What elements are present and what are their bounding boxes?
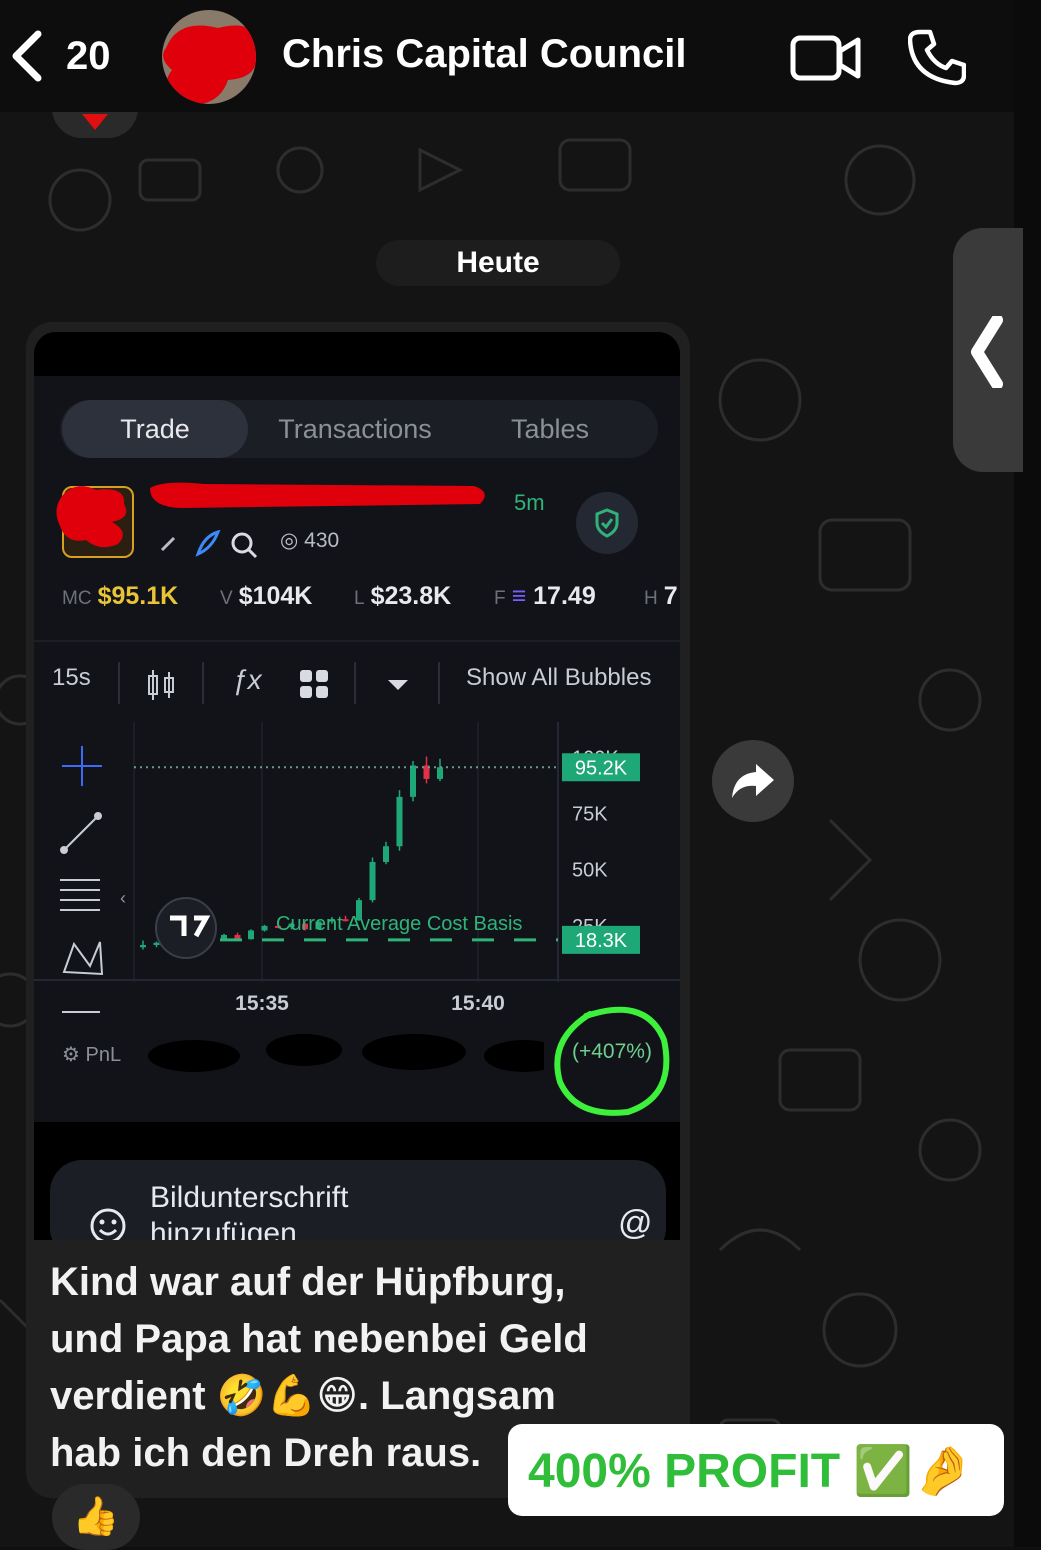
phone-icon[interactable] (908, 28, 966, 86)
candle-body (410, 765, 416, 797)
smiley-icon (90, 1208, 126, 1240)
caption-placeholder-line1: Bildunterschrift (150, 1181, 349, 1214)
view-count: ◎ 430 (280, 529, 340, 552)
candle-body (369, 861, 376, 901)
previous-message-reaction (52, 108, 138, 138)
date-chip: Heute (376, 240, 620, 286)
price-tag-label: 18.3K (575, 930, 628, 952)
pnl-label: ⚙ PnL (62, 1044, 122, 1066)
message-line: verdient 🤣💪😁. Langsam (50, 1374, 556, 1418)
collapse-chevron-icon: ‹ (120, 888, 126, 908)
message-line: und Papa hat nebenbei Geld (50, 1317, 588, 1361)
y-tick-label: 50K (572, 860, 608, 882)
solana-icon: ≡ (511, 582, 534, 610)
candle-body (261, 925, 268, 931)
show-bubbles-toggle: Show All Bubbles (466, 664, 652, 691)
highlight-circle (554, 1006, 670, 1116)
y-tick-label: 75K (572, 804, 608, 826)
stat-label: V (220, 588, 233, 609)
chart-toolbar: 15s ƒx Show All Bubbles (34, 650, 680, 716)
candle-body (140, 945, 146, 948)
tab-tables: Tables (510, 414, 590, 444)
at-icon: @ (618, 1204, 653, 1240)
x-tick-label: 15:35 (235, 992, 289, 1015)
toolbar-separator (438, 662, 440, 704)
token-age: 5m (514, 490, 545, 515)
stat-value: 17.49 (533, 582, 596, 610)
token-stats: MC $95.1K V $104K L $23.8K F ≡ 17.49 H7 (34, 582, 680, 618)
candle-body (396, 796, 403, 847)
attached-screenshot[interactable]: Trade Transactions Tables 5m ◎ 430 MC $95… (34, 332, 680, 1240)
divider (34, 640, 680, 642)
stat-value: $23.8K (370, 582, 452, 610)
stat-value: 7 (663, 582, 678, 610)
chat-header: 20 Chris Capital Council (0, 0, 1014, 112)
candles-icon (148, 670, 174, 700)
caption-bar: Bildunterschrift hinzufügen @ (34, 1122, 680, 1240)
candle-body (383, 846, 389, 862)
stat-value: $95.1K (97, 582, 179, 610)
tab-transactions: Transactions (278, 414, 432, 444)
candle-body (437, 767, 443, 779)
thumbs-up-reaction[interactable]: 👍 (52, 1484, 140, 1550)
profit-sticker: 400% PROFIT ✅🤌 (508, 1424, 1004, 1516)
stat-market-cap: MC $95.1K (62, 582, 178, 611)
profit-sticker-text: 400% PROFIT ✅🤌 (528, 1445, 973, 1498)
back-chevron-icon[interactable] (6, 28, 46, 84)
tab-trade: Trade (62, 400, 248, 458)
toolbar-separator (202, 662, 204, 704)
pnl-redaction (148, 1034, 544, 1072)
stat-fees: F ≡ 17.49 (494, 582, 596, 611)
candle-body (153, 942, 160, 946)
stat-holders: H7 (644, 582, 678, 611)
forward-button[interactable] (712, 740, 794, 822)
candle-body (221, 934, 227, 939)
view-count-value: 430 (304, 529, 340, 552)
avatar-redaction (163, 25, 256, 104)
toolbar-separator (118, 662, 120, 704)
screenshot-status-bar (34, 332, 680, 376)
stat-label: F (494, 588, 506, 609)
indicators-icon: ƒx (232, 664, 262, 695)
side-panel-tab[interactable] (953, 228, 1023, 472)
x-axis-ticks: 15:35 15:40 (235, 992, 505, 1015)
chevron-left-icon (971, 316, 1003, 388)
tradingview-logo-icon (155, 897, 217, 959)
stat-liquidity: L $23.8K (354, 582, 451, 611)
screenshot-tab-bar: Trade Transactions Tables (60, 400, 658, 458)
shield-icon (576, 492, 638, 554)
cost-basis-label: Current Average Cost Basis (276, 913, 522, 935)
unread-count[interactable]: 20 (66, 34, 111, 79)
token-links-icons (160, 529, 258, 559)
message-line: Kind war auf der Hüpfburg, (50, 1260, 566, 1304)
token-name-redacted (144, 478, 494, 516)
x-tick-label: 15:40 (451, 992, 505, 1015)
interval-select: 15s (52, 664, 91, 691)
price-tag-label: 95.2K (575, 757, 628, 779)
token-header: 5m ◎ 430 (34, 478, 680, 568)
avatar[interactable] (162, 10, 256, 104)
caption-placeholder: Bildunterschrift hinzufügen (150, 1180, 450, 1240)
stat-value: $104K (238, 582, 313, 610)
forward-icon (732, 764, 774, 798)
chevron-down-icon (388, 680, 408, 690)
caption-placeholder-line2: hinzufügen (150, 1217, 297, 1240)
stat-volume: V $104K (220, 582, 312, 611)
candle-body (248, 930, 254, 940)
chat-title[interactable]: Chris Capital Council (282, 32, 687, 77)
layout-grid-icon (300, 670, 328, 698)
video-call-icon[interactable] (790, 34, 862, 82)
toolbar-separator (354, 662, 356, 704)
stat-label: MC (62, 588, 92, 609)
stat-label: H (644, 588, 658, 609)
price-chart: Current Average Cost Basis 100K75K50K25K… (34, 722, 680, 1015)
stat-label: L (354, 588, 365, 609)
pnl-label-text: PnL (85, 1044, 122, 1066)
caption-input: Bildunterschrift hinzufügen @ (50, 1160, 666, 1240)
token-logo (56, 486, 134, 558)
